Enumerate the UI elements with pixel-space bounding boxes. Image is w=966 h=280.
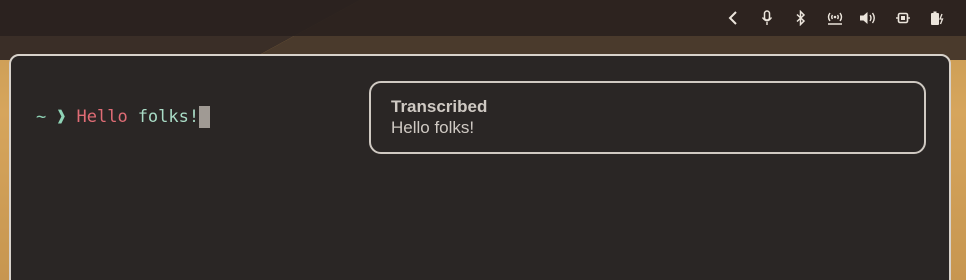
trailing-text: ! bbox=[188, 107, 200, 127]
text-cursor bbox=[199, 106, 211, 128]
prompt-line[interactable]: ~ ❱ Hello folks! bbox=[36, 106, 211, 128]
notification-popup[interactable]: Transcribed Hello folks! bbox=[369, 81, 926, 154]
top-bar bbox=[0, 0, 966, 36]
volume-icon[interactable] bbox=[852, 0, 886, 36]
notification-title: Transcribed bbox=[391, 97, 488, 116]
argument-text: folks bbox=[137, 107, 189, 127]
bluetooth-icon[interactable] bbox=[784, 0, 818, 36]
notification-body: Hello folks! bbox=[391, 118, 475, 137]
terminal-window[interactable]: ~ ❱ Hello folks! Transcribed Hello folks… bbox=[9, 54, 951, 280]
system-tray bbox=[716, 0, 954, 36]
command-text: Hello bbox=[76, 107, 128, 127]
chevron-left-icon[interactable] bbox=[716, 0, 750, 36]
battery-charging-icon[interactable] bbox=[920, 0, 954, 36]
prompt-arrow: ❱ bbox=[56, 107, 67, 127]
wifi-hotspot-icon[interactable] bbox=[818, 0, 852, 36]
cpu-icon[interactable] bbox=[886, 0, 920, 36]
prompt-directory: ~ bbox=[36, 107, 47, 127]
microphone-icon[interactable] bbox=[750, 0, 784, 36]
